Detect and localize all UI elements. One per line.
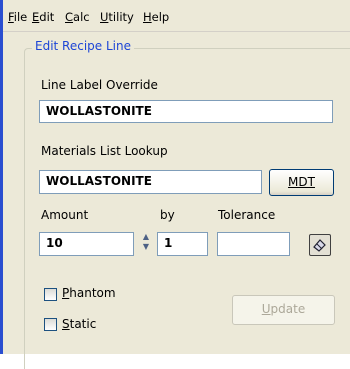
update-button-label: pdate — [270, 302, 306, 316]
tolerance-input[interactable] — [217, 232, 290, 256]
materials-lookup-label: Materials List Lookup — [41, 144, 168, 158]
menu-help-label: elp — [151, 10, 170, 24]
menu-calc[interactable]: Calc — [65, 10, 90, 24]
menu-help-mnemonic: H — [143, 10, 152, 24]
menu-file[interactable]: File — [8, 10, 27, 24]
tolerance-label: Tolerance — [218, 208, 276, 222]
menu-bar: File Edit Calc Utility Help — [3, 0, 350, 31]
amount-spinner[interactable]: ▲ ▼ — [139, 232, 153, 256]
menu-separator — [3, 31, 350, 32]
spin-up-icon[interactable]: ▲ — [139, 232, 153, 242]
line-label-override-input[interactable]: WOLLASTONITE — [39, 100, 333, 123]
static-label-text: tatic — [69, 317, 97, 331]
tolerance-picker-button[interactable] — [309, 234, 331, 256]
menu-help[interactable]: Help — [143, 10, 169, 24]
menu-file-label: ile — [13, 10, 28, 24]
by-input[interactable]: 1 — [157, 232, 208, 256]
update-mnemonic: U — [261, 302, 271, 316]
phantom-label[interactable]: Phantom — [62, 286, 116, 300]
phantom-checkbox[interactable] — [44, 288, 57, 301]
update-button[interactable]: Update — [232, 295, 335, 325]
group-title: Edit Recipe Line — [32, 39, 134, 53]
spin-down-icon[interactable]: ▼ — [139, 242, 153, 252]
materials-lookup-input[interactable]: WOLLASTONITE — [39, 170, 262, 194]
by-label: by — [160, 208, 175, 222]
mdt-button[interactable]: MDT — [269, 169, 334, 196]
menu-edit[interactable]: Edit — [32, 10, 54, 24]
eraser-icon — [313, 239, 326, 252]
app-window: File Edit Calc Utility Help Edit Recipe … — [0, 0, 350, 369]
menu-calc-mnemonic: C — [65, 10, 74, 24]
menu-calc-label: alc — [73, 10, 90, 24]
mdt-button-label: MDT — [288, 175, 315, 189]
static-label[interactable]: Static — [62, 317, 96, 331]
amount-input[interactable]: 10 — [39, 232, 134, 256]
amount-label: Amount — [41, 208, 89, 222]
static-mnemonic: S — [62, 317, 70, 331]
window-left-border — [0, 0, 3, 354]
phantom-label-text: hantom — [69, 286, 116, 300]
line-label-override-label: Line Label Override — [41, 78, 158, 92]
static-checkbox[interactable] — [44, 318, 57, 331]
menu-utility-label: tility — [108, 10, 134, 24]
menu-utility[interactable]: Utility — [100, 10, 134, 24]
menu-edit-label: dit — [39, 10, 55, 24]
